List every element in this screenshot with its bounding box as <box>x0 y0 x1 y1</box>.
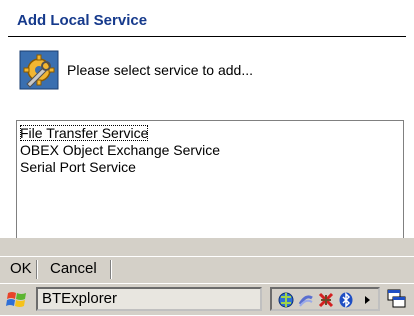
menu-divider <box>36 260 37 279</box>
cancel-button[interactable]: Cancel <box>46 260 101 277</box>
soft-key-bar: OK Cancel <box>0 256 414 282</box>
sync-icon[interactable] <box>298 292 314 308</box>
connection-icon[interactable] <box>318 292 334 308</box>
list-item[interactable]: OBEX Object Exchange Service <box>20 142 220 158</box>
active-app-button[interactable]: BTExplorer <box>36 287 262 311</box>
menu-divider <box>110 260 111 279</box>
dialog-title: Add Local Service <box>17 12 148 29</box>
instruction-text: Please select service to add... <box>67 62 253 78</box>
list-item[interactable]: Serial Port Service <box>20 159 136 175</box>
start-menu-icon[interactable] <box>6 289 28 311</box>
show-desktop-icon[interactable] <box>386 287 408 311</box>
network-icon[interactable] <box>278 292 294 308</box>
bluetooth-icon[interactable] <box>338 292 354 308</box>
list-item[interactable]: File Transfer Service <box>20 125 149 141</box>
title-bar: Add Local Service <box>0 0 414 36</box>
system-tray <box>270 287 380 311</box>
title-divider <box>8 36 406 37</box>
service-settings-icon <box>19 50 59 90</box>
ok-button[interactable]: OK <box>6 260 36 277</box>
taskbar: BTExplorer <box>0 283 414 315</box>
tray-expand-icon[interactable] <box>360 292 376 308</box>
